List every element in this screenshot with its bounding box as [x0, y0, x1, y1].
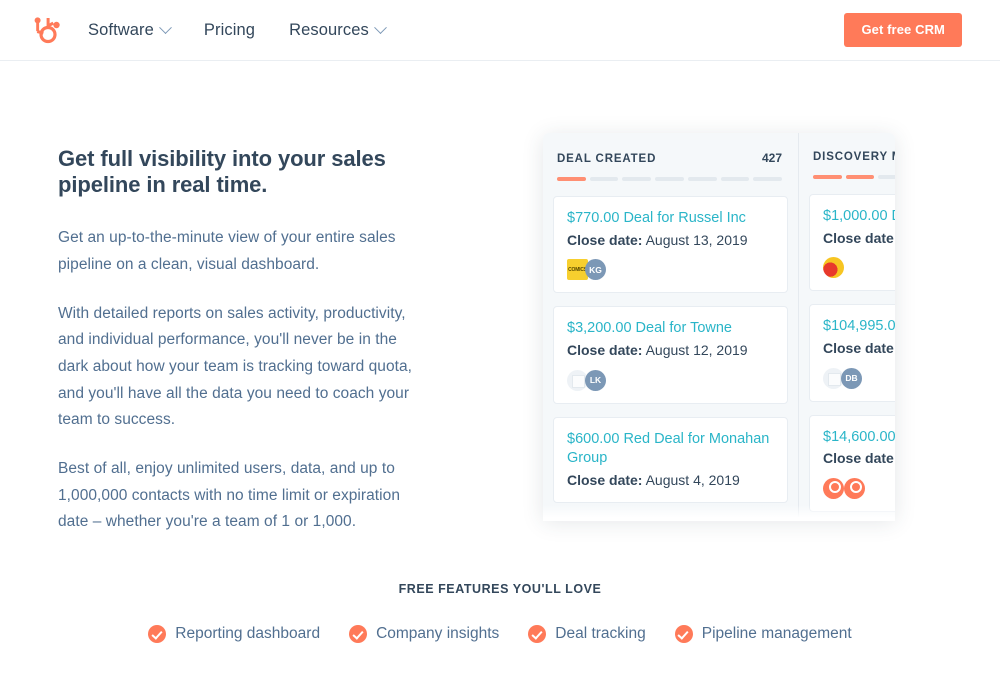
column-header: DEAL CREATED 427 [543, 133, 798, 181]
deal-close-date: Close date: August 12, 2019 [567, 341, 774, 360]
deal-card[interactable]: $770.00 Deal for Russel Inc Close date: … [553, 196, 788, 293]
deal-close-date: Close date: August [823, 339, 895, 358]
column-progress-bar [557, 177, 782, 181]
deal-close-date: Close date: August 4, 2019 [567, 471, 774, 490]
column-title: DISCOVERY MEETING [813, 151, 895, 163]
features-title: FREE FEATURES YOU'LL LOVE [0, 582, 1000, 596]
get-free-crm-button[interactable]: Get free CRM [844, 13, 962, 47]
company-logo-icon [844, 478, 865, 499]
column-header: DISCOVERY MEETING [799, 133, 895, 179]
feature-label: Deal tracking [555, 625, 645, 643]
deal-close-date: Close date: August [823, 229, 895, 248]
column-title: DEAL CREATED [557, 153, 656, 165]
close-date-label: Close date: [823, 230, 895, 246]
deal-card[interactable]: $600.00 Red Deal for Monahan Group Close… [553, 417, 788, 503]
avatar: KG [585, 259, 606, 280]
hubspot-sprocket-logo[interactable] [26, 12, 64, 50]
deal-close-date: Close date: August [823, 449, 895, 468]
body-paragraph-3: Best of all, enjoy unlimited users, data… [58, 456, 418, 536]
company-logo-icon [823, 257, 844, 278]
deal-avatars [823, 478, 895, 499]
features-list: Reporting dashboard Company insights Dea… [0, 625, 1000, 643]
main-navigation: Software Pricing Resources [88, 0, 385, 61]
pipeline-column-discovery-meeting: DISCOVERY MEETING $1,000.00 Deal for Clo… [799, 133, 895, 519]
company-logo-icon [823, 478, 844, 499]
deal-card-list: $770.00 Deal for Russel Inc Close date: … [543, 196, 798, 516]
nav-item-software[interactable]: Software [88, 21, 170, 40]
close-date-label: Close date: [567, 472, 642, 488]
nav-item-label: Software [88, 21, 154, 40]
pipeline-column-deal-created: DEAL CREATED 427 $770.00 Deal for Russel… [543, 133, 799, 519]
check-circle-icon [675, 625, 693, 643]
feature-label: Reporting dashboard [175, 625, 320, 643]
close-date-value: August 12, 2019 [646, 342, 748, 358]
chevron-down-icon [374, 21, 387, 34]
nav-item-label: Pricing [204, 21, 255, 40]
feature-label: Company insights [376, 625, 499, 643]
close-date-label: Close date: [823, 340, 895, 356]
deal-card[interactable]: $1,000.00 Deal for Close date: August [809, 194, 895, 291]
feature-item-pipeline-management: Pipeline management [675, 625, 852, 643]
deal-card[interactable]: $104,995.00 Deal Close date: August DB [809, 304, 895, 401]
deal-card[interactable]: $14,600.00 Second Close date: August [809, 415, 895, 512]
check-circle-icon [349, 625, 367, 643]
column-count: 427 [762, 151, 782, 165]
feature-item-deal-tracking: Deal tracking [528, 625, 645, 643]
deal-amount[interactable]: $14,600.00 Second [823, 428, 895, 448]
deal-amount[interactable]: $104,995.00 Deal [823, 317, 895, 337]
chevron-down-icon [159, 21, 172, 34]
column-progress-bar [813, 175, 895, 179]
deal-card-list: $1,000.00 Deal for Close date: August $1… [799, 194, 895, 519]
feature-item-company-insights: Company insights [349, 625, 499, 643]
check-circle-icon [148, 625, 166, 643]
check-circle-icon [528, 625, 546, 643]
deal-amount[interactable]: $600.00 Red Deal for Monahan Group [567, 430, 774, 469]
pipeline-dashboard-preview: DEAL CREATED 427 $770.00 Deal for Russel… [543, 133, 895, 519]
close-date-label: Close date: [567, 232, 642, 248]
site-header: Software Pricing Resources Get free CRM [0, 0, 1000, 61]
deal-avatars [823, 257, 895, 278]
deal-amount[interactable]: $3,200.00 Deal for Towne [567, 319, 774, 339]
nav-item-resources[interactable]: Resources [289, 21, 385, 40]
close-date-value: August 4, 2019 [646, 472, 740, 488]
body-paragraph-1: Get an up-to-the-minute view of your ent… [58, 225, 418, 278]
pipeline-board: DEAL CREATED 427 $770.00 Deal for Russel… [543, 133, 895, 519]
feature-label: Pipeline management [702, 625, 852, 643]
feature-item-reporting-dashboard: Reporting dashboard [148, 625, 320, 643]
body-paragraph-2: With detailed reports on sales activity,… [58, 301, 418, 434]
deal-avatars: COMICS KG [567, 259, 774, 280]
page-title: Get full visibility into your sales pipe… [58, 146, 418, 198]
avatar: DB [841, 368, 862, 389]
deal-close-date: Close date: August 13, 2019 [567, 231, 774, 250]
avatar: LK [585, 370, 606, 391]
hero-copy: Get full visibility into your sales pipe… [58, 146, 418, 536]
deal-card[interactable]: $3,200.00 Deal for Towne Close date: Aug… [553, 306, 788, 403]
close-date-value: August 13, 2019 [646, 232, 748, 248]
deal-amount[interactable]: $1,000.00 Deal for [823, 207, 895, 227]
deal-amount[interactable]: $770.00 Deal for Russel Inc [567, 209, 774, 229]
deal-avatars: DB [823, 368, 895, 389]
deal-avatars: LK [567, 370, 774, 391]
close-date-label: Close date: [567, 342, 642, 358]
nav-item-pricing[interactable]: Pricing [204, 21, 255, 40]
close-date-label: Close date: [823, 450, 895, 466]
nav-item-label: Resources [289, 21, 369, 40]
